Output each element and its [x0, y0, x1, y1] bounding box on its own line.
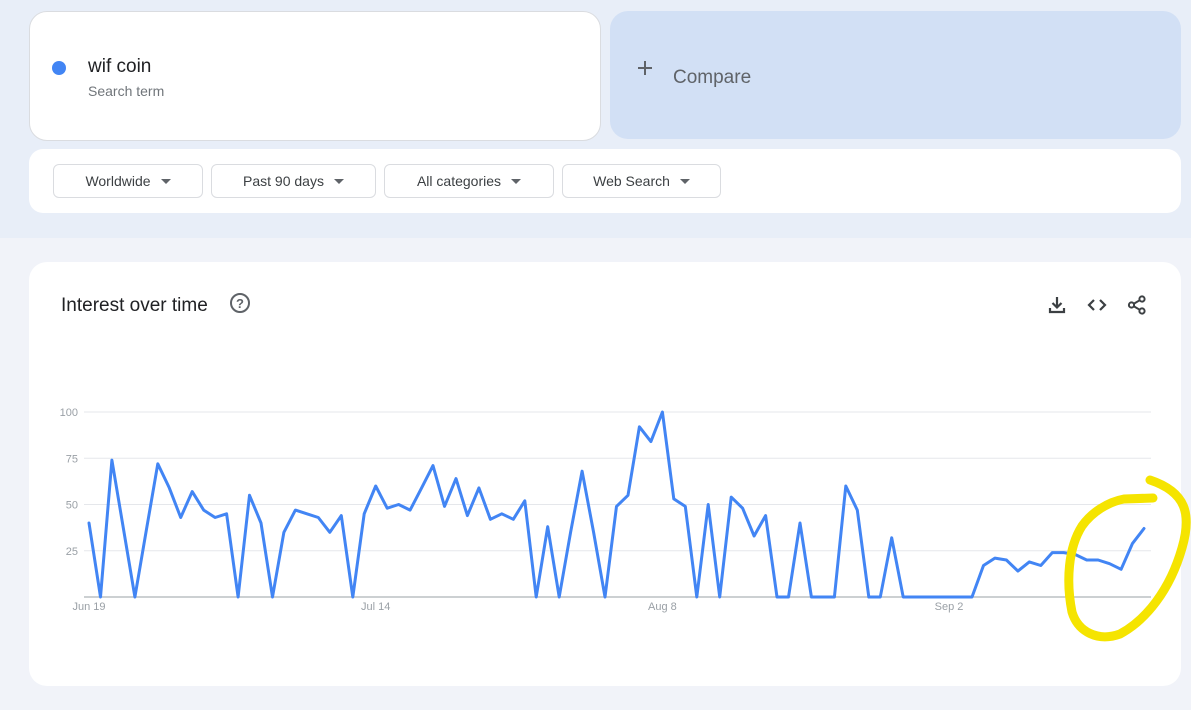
y-tick-label: 50: [66, 500, 78, 512]
x-tick-label: Aug 8: [648, 601, 677, 613]
y-tick-label: 100: [60, 407, 78, 419]
chart-tick-labels: 25 50 75 100 Jun 19 Jul 14 Aug 8 Sep 2: [60, 407, 964, 613]
x-tick-label: Sep 2: [935, 601, 964, 613]
y-tick-label: 75: [66, 453, 78, 465]
y-tick-label: 25: [66, 546, 78, 558]
interest-line-chart: 25 50 75 100 Jun 19 Jul 14 Aug 8 Sep 2: [60, 407, 1191, 642]
x-tick-label: Jul 14: [361, 601, 390, 613]
x-tick-label: Jun 19: [72, 601, 105, 613]
